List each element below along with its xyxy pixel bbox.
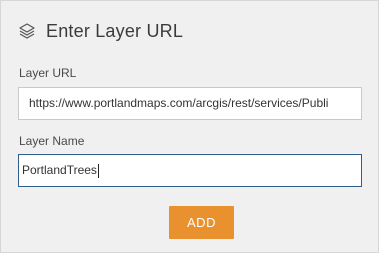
layer-url-input[interactable]: https://www.portlandmaps.com/arcgis/rest… [18, 87, 362, 120]
layer-url-label: Layer URL [19, 66, 77, 80]
layers-icon [18, 22, 36, 40]
panel-title: Enter Layer URL [46, 20, 184, 41]
layer-url-value: https://www.portlandmaps.com/arcgis/rest… [29, 96, 329, 110]
layer-name-value: PortlandTrees [22, 163, 97, 177]
add-button[interactable]: ADD [169, 206, 234, 239]
layer-name-label: Layer Name [19, 134, 85, 148]
panel-header: Enter Layer URL [18, 17, 183, 45]
text-caret [97, 163, 99, 178]
enter-layer-url-panel: Enter Layer URL Layer URL https://www.po… [0, 0, 379, 253]
layer-name-input[interactable]: PortlandTrees [18, 154, 362, 187]
